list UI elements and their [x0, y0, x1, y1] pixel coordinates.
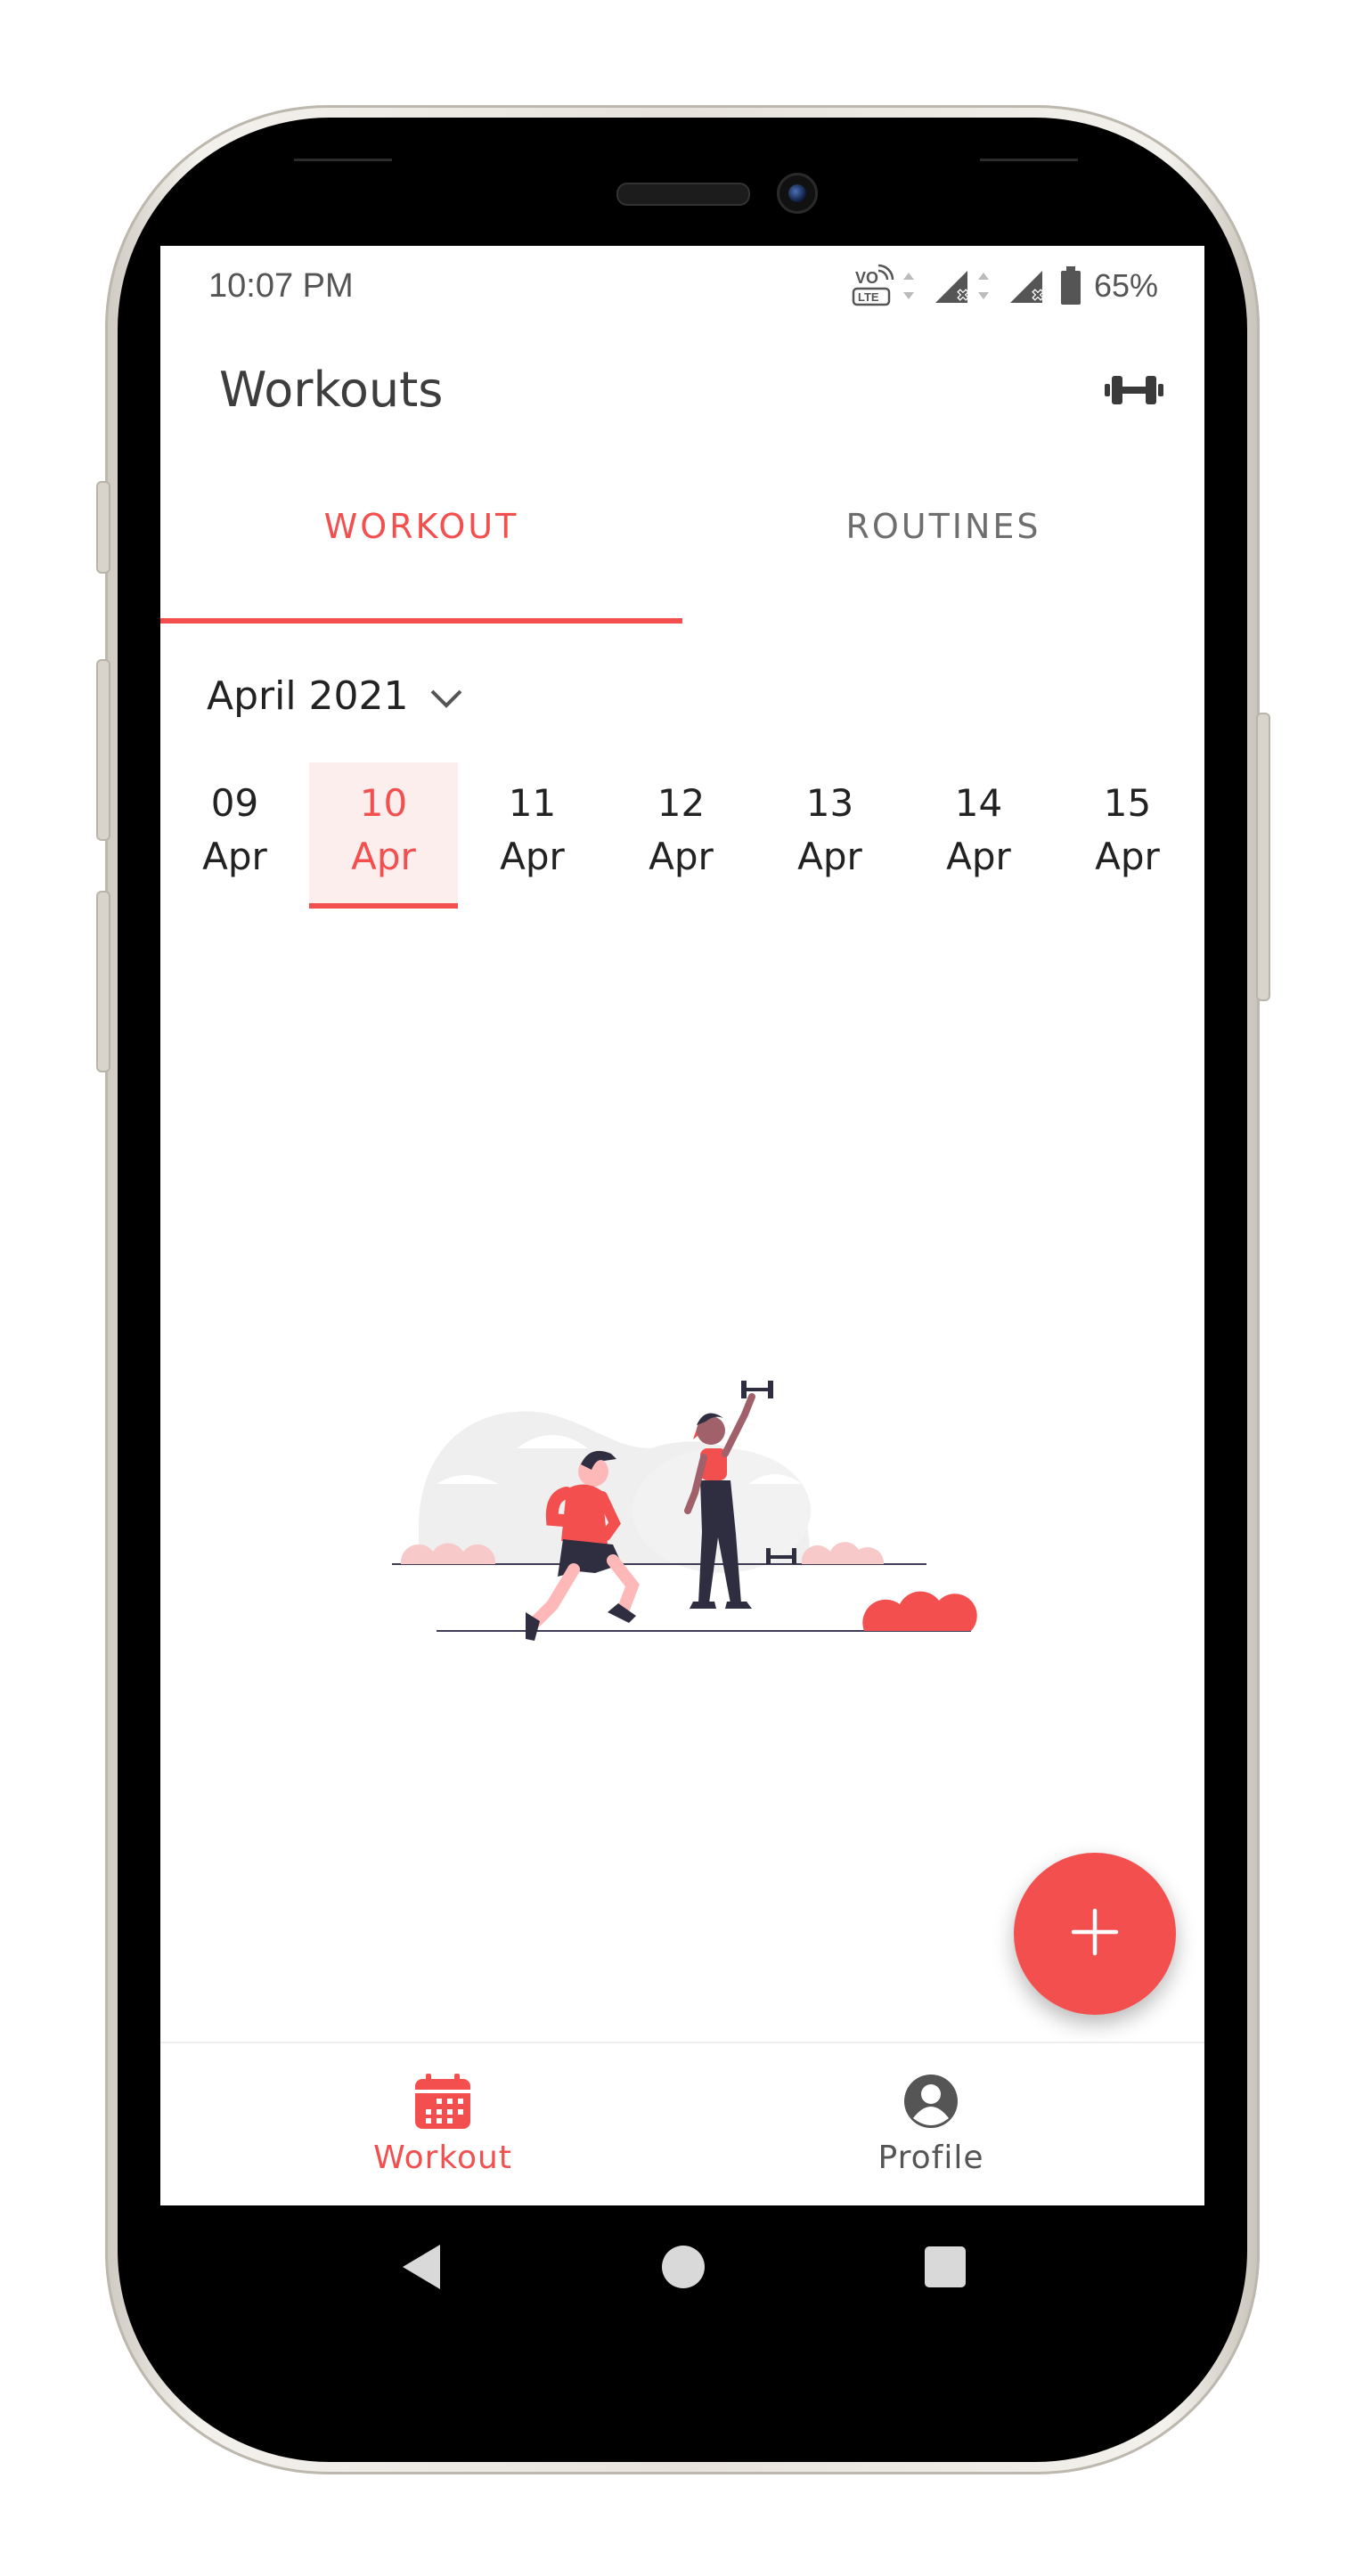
signal-no-data-icon [1007, 264, 1048, 308]
bottom-navigation: Workout Profile [160, 2042, 1204, 2205]
date-item[interactable]: 09 Apr [160, 762, 309, 905]
svg-text:VO: VO [855, 269, 878, 287]
status-time: 10:07 PM [208, 267, 354, 305]
empty-state-illustration [383, 1315, 1024, 1671]
date-month: Apr [500, 835, 565, 878]
bottom-nav-label: Profile [877, 2140, 984, 2176]
calendar-icon [413, 2072, 472, 2131]
signal-no-data-icon [932, 264, 994, 308]
date-day: 13 [805, 781, 854, 825]
date-item[interactable]: 14 Apr [904, 762, 1053, 905]
date-item[interactable]: 11 Apr [458, 762, 607, 905]
date-item[interactable]: 13 Apr [755, 762, 904, 905]
system-navigation-bar [160, 2205, 1204, 2330]
recents-icon[interactable] [923, 2241, 967, 2297]
date-item[interactable]: 12 Apr [607, 762, 755, 905]
phone-side-button [96, 481, 110, 574]
earpiece-speaker [616, 183, 750, 206]
month-picker[interactable]: April 2021 [207, 664, 464, 727]
date-month: Apr [649, 835, 714, 878]
app-bar: Workouts [160, 328, 1204, 444]
bottom-nav-workout[interactable]: Workout [182, 2043, 704, 2205]
battery-icon [1060, 266, 1081, 306]
account-circle-icon [902, 2072, 960, 2131]
date-day: 09 [210, 781, 259, 825]
date-month: Apr [351, 835, 416, 878]
phone-side-button [1256, 713, 1270, 1001]
front-camera [777, 173, 818, 214]
date-day: 14 [954, 781, 1003, 825]
chevron-down-icon [428, 673, 464, 719]
date-day: 15 [1103, 781, 1152, 825]
bottom-nav-profile[interactable]: Profile [670, 2043, 1192, 2205]
phone-side-button [96, 891, 110, 1072]
date-month: Apr [797, 835, 862, 878]
date-month: Apr [202, 835, 267, 878]
home-icon[interactable] [661, 2241, 706, 2297]
svg-text:LTE: LTE [858, 290, 879, 304]
bezel-line [980, 159, 1078, 161]
month-label: April 2021 [207, 673, 409, 719]
volte-icon: VO LTE [852, 264, 919, 308]
date-month: Apr [1095, 835, 1160, 878]
dumbbell-icon[interactable] [1105, 372, 1163, 408]
tab-workout[interactable]: WORKOUT [160, 469, 682, 584]
date-day: 10 [359, 781, 408, 825]
date-strip: 09 Apr 10 Apr 11 Apr 12 Apr 13 Apr 14 Ap… [160, 762, 1204, 912]
date-month: Apr [946, 835, 1011, 878]
page-title: Workouts [219, 362, 444, 418]
back-icon[interactable] [399, 2241, 444, 2297]
bottom-nav-label: Workout [373, 2140, 512, 2176]
bezel-line [294, 159, 392, 161]
date-item-selected[interactable]: 10 Apr [309, 762, 458, 909]
add-workout-button[interactable] [1014, 1853, 1176, 2015]
tab-bar: WORKOUT ROUTINES [160, 469, 1204, 584]
date-day: 11 [508, 781, 557, 825]
plus-icon [1070, 1907, 1120, 1961]
battery-percentage: 65% [1093, 267, 1158, 304]
date-day: 12 [657, 781, 706, 825]
status-icons: VO LTE 65% [852, 264, 1158, 308]
date-item[interactable]: 15 Apr [1053, 762, 1202, 905]
tab-routines[interactable]: ROUTINES [682, 469, 1204, 584]
tab-indicator [160, 618, 682, 624]
status-bar: 10:07 PM VO LTE 65% [160, 246, 1204, 328]
app-screen: 10:07 PM VO LTE 65% Workouts WORKOUT ROU… [160, 246, 1204, 2205]
phone-side-button [96, 659, 110, 841]
